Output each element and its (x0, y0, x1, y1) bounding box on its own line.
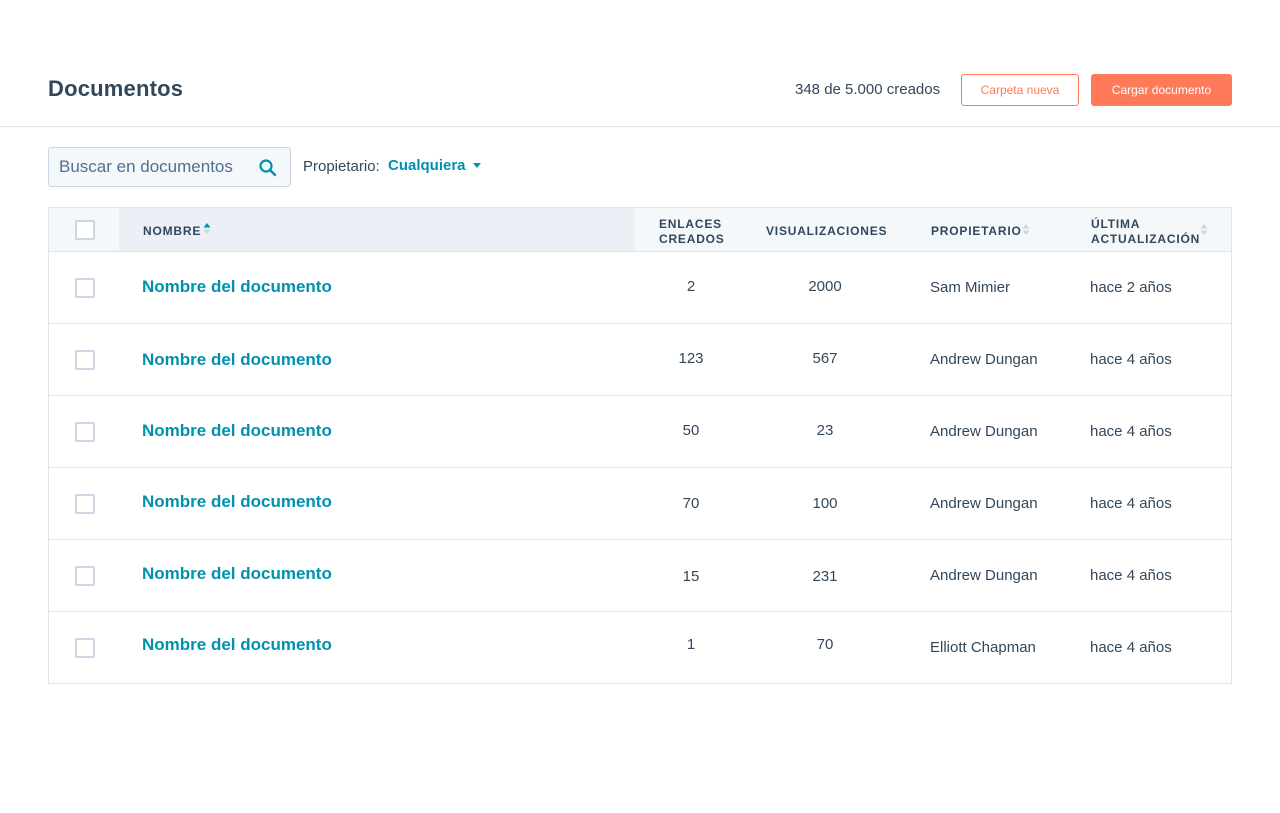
upload-document-button[interactable]: Cargar documento (1091, 74, 1232, 106)
document-name-link[interactable]: Nombre del documento (142, 635, 332, 655)
column-header-updated-line2: ACTUALIZACIÓN (1091, 232, 1201, 246)
views-value: 70 (816, 636, 834, 653)
table-row: Nombre del documento 70 100 Andrew Dunga… (49, 468, 1231, 540)
column-header-links-line1: ENLACES (659, 217, 722, 231)
caret-down-icon (472, 163, 481, 168)
column-header-owner[interactable]: PROPIETARIO (931, 224, 1022, 239)
row-checkbox[interactable] (75, 278, 95, 298)
document-name-link[interactable]: Nombre del documento (142, 350, 332, 370)
column-header-owner-label: PROPIETARIO (931, 224, 1022, 238)
updated-value: hace 2 años (1090, 279, 1172, 296)
owner-filter-dropdown[interactable]: Cualquiera (388, 157, 481, 174)
column-header-links: ENLACES CREADOS (659, 217, 725, 247)
column-header-links-line2: CREADOS (659, 232, 725, 246)
page-header: Documentos 348 de 5.000 creados Carpeta … (0, 0, 1280, 127)
search-icon[interactable] (258, 158, 278, 178)
table-row: Nombre del documento 123 567 Andrew Dung… (49, 324, 1231, 396)
updated-value: hace 4 años (1090, 639, 1172, 656)
links-created-value: 70 (682, 495, 700, 512)
search-input[interactable] (49, 148, 249, 186)
new-folder-button[interactable]: Carpeta nueva (961, 74, 1079, 106)
owner-value: Andrew Dungan (930, 567, 1038, 584)
row-checkbox[interactable] (75, 638, 95, 658)
row-checkbox[interactable] (75, 566, 95, 586)
documents-table: NOMBRE ENLACES CREADOS VISUALIZACIONES P… (48, 207, 1232, 684)
column-header-views: VISUALIZACIONES (766, 224, 888, 238)
links-created-value: 15 (682, 568, 700, 585)
table-row: Nombre del documento 15 231 Andrew Dunga… (49, 540, 1231, 612)
views-value: 100 (812, 495, 838, 512)
sort-icon[interactable] (1022, 223, 1030, 237)
table-header: NOMBRE ENLACES CREADOS VISUALIZACIONES P… (49, 208, 1231, 252)
sort-icon[interactable] (1200, 223, 1208, 237)
owner-value: Elliott Chapman (930, 639, 1036, 656)
owner-value: Andrew Dungan (930, 351, 1038, 368)
row-checkbox[interactable] (75, 422, 95, 442)
select-all-checkbox[interactable] (75, 220, 95, 240)
updated-value: hace 4 años (1090, 495, 1172, 512)
owner-filter-label: Propietario: (303, 158, 380, 175)
table-row: Nombre del documento 1 70 Elliott Chapma… (49, 612, 1231, 684)
column-header-name[interactable]: NOMBRE (143, 224, 201, 239)
row-checkbox[interactable] (75, 350, 95, 370)
links-created-value: 123 (678, 350, 704, 367)
column-header-updated-line1: ÚLTIMA (1091, 217, 1141, 231)
updated-value: hace 4 años (1090, 351, 1172, 368)
document-name-link[interactable]: Nombre del documento (142, 277, 332, 297)
document-name-link[interactable]: Nombre del documento (142, 421, 332, 441)
table-row: Nombre del documento 2 2000 Sam Mimier h… (49, 252, 1231, 324)
row-checkbox[interactable] (75, 494, 95, 514)
document-name-link[interactable]: Nombre del documento (142, 564, 332, 584)
views-value: 567 (812, 350, 838, 367)
links-created-value: 50 (682, 422, 700, 439)
page-title: Documentos (48, 76, 184, 101)
owner-value: Andrew Dungan (930, 495, 1038, 512)
sort-ascending-icon[interactable] (203, 222, 211, 236)
table-row: Nombre del documento 50 23 Andrew Dungan… (49, 396, 1231, 468)
column-header-name-label: NOMBRE (143, 224, 202, 238)
links-created-value: 1 (686, 636, 696, 653)
views-value: 23 (816, 422, 834, 439)
owner-value: Andrew Dungan (930, 423, 1038, 440)
column-header-updated[interactable]: ÚLTIMA ACTUALIZACIÓN (1091, 217, 1200, 247)
links-created-value: 2 (686, 278, 696, 295)
documents-count: 348 de 5.000 creados (795, 81, 941, 98)
updated-value: hace 4 años (1090, 423, 1172, 440)
owner-value: Sam Mimier (930, 279, 1011, 296)
views-value: 2000 (808, 278, 842, 295)
views-value: 231 (812, 568, 838, 585)
document-name-link[interactable]: Nombre del documento (142, 492, 332, 512)
updated-value: hace 4 años (1090, 567, 1172, 584)
owner-filter-value: Cualquiera (388, 157, 466, 174)
search-box (48, 147, 291, 187)
